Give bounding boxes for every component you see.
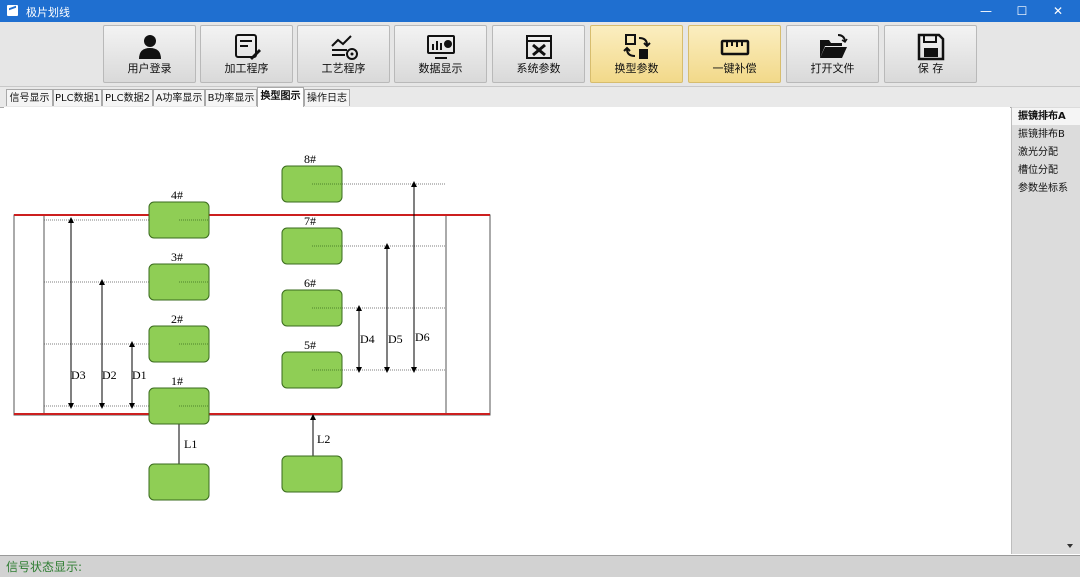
changeover-params-button[interactable]: 换型参数 xyxy=(590,25,683,83)
tab-operation-log[interactable]: 操作日志 xyxy=(304,89,350,106)
dim-d1-label: D1 xyxy=(132,368,147,382)
save-label: 保 存 xyxy=(917,62,944,75)
side-item-slot-allocation[interactable]: 槽位分配 xyxy=(1012,162,1080,179)
user-icon xyxy=(139,35,161,59)
diagram-canvas: D3 D2 D1 D4 D5 D6 L1 L2 4# 3# 2# 1# 8# 7… xyxy=(4,107,1010,554)
dim-l1-label: L1 xyxy=(184,437,197,451)
head-1-offset-block[interactable] xyxy=(148,463,210,501)
process-program-button[interactable]: 工艺程序 xyxy=(297,25,390,83)
strip-outline xyxy=(13,214,491,416)
head-3-label: 3# xyxy=(171,250,183,264)
monitor-chart-icon xyxy=(427,35,455,59)
head-2-label: 2# xyxy=(171,312,183,326)
head-1-label: 1# xyxy=(171,374,183,388)
close-button[interactable]: ✕ xyxy=(1040,0,1076,22)
tab-a-power-display[interactable]: A功率显示 xyxy=(153,89,205,106)
save-button[interactable]: 保 存 xyxy=(884,25,977,83)
window-title: 极片划线 xyxy=(26,6,70,19)
main-toolbar: 用户登录 加工程序 工艺程序 数据显示 系统参数 换型参数 一键补偿 打开文件 … xyxy=(0,22,1080,87)
title-bar: 极片划线 — ☐ ✕ xyxy=(0,0,1080,22)
one-key-compensate-label: 一键补偿 xyxy=(712,62,757,75)
minimize-button[interactable]: — xyxy=(968,0,1004,22)
process-chart-icon xyxy=(331,35,358,60)
app-icon xyxy=(7,5,18,16)
folder-open-icon xyxy=(820,34,848,58)
head-4-label: 4# xyxy=(171,188,183,202)
machining-program-label: 加工程序 xyxy=(224,62,269,75)
program-edit-icon xyxy=(235,34,261,60)
side-item-laser-allocation[interactable]: 激光分配 xyxy=(1012,144,1080,161)
scroll-down-icon[interactable] xyxy=(1067,544,1073,548)
user-login-button[interactable]: 用户登录 xyxy=(103,25,196,83)
system-tools-icon xyxy=(526,35,552,59)
open-file-label: 打开文件 xyxy=(810,62,855,75)
maximize-button[interactable]: ☐ xyxy=(1004,0,1040,22)
side-item-galvo-layout-a[interactable]: 振镜排布A xyxy=(1012,108,1080,125)
head-5-offset-block[interactable] xyxy=(281,455,343,493)
status-bar: 信号状态显示: xyxy=(0,555,1080,577)
head-7-label: 7# xyxy=(304,214,316,228)
dim-d2-label: D2 xyxy=(102,368,117,382)
dim-d3-label: D3 xyxy=(71,368,86,382)
dim-d6-label: D6 xyxy=(415,330,430,344)
tab-plc-data-2[interactable]: PLC数据2 xyxy=(102,89,153,106)
head-8-label: 8# xyxy=(304,152,316,166)
dim-d5-label: D5 xyxy=(388,332,403,346)
changeover-diagram: D3 D2 D1 D4 D5 D6 L1 L2 4# 3# 2# 1# 8# 7… xyxy=(13,152,491,501)
side-menu: 振镜排布A 振镜排布B 激光分配 槽位分配 参数坐标系 xyxy=(1011,107,1080,554)
system-params-label: 系统参数 xyxy=(516,62,561,75)
one-key-compensate-button[interactable]: 一键补偿 xyxy=(688,25,781,83)
save-disk-icon xyxy=(917,33,945,61)
tab-changeover-diagram[interactable]: 换型图示 xyxy=(257,87,304,107)
head-5-label: 5# xyxy=(304,338,316,352)
changeover-params-label: 换型参数 xyxy=(614,62,659,75)
dim-l2-label: L2 xyxy=(317,432,330,446)
process-program-label: 工艺程序 xyxy=(321,62,366,75)
dim-d4-label: D4 xyxy=(360,332,375,346)
ruler-icon xyxy=(720,39,750,56)
head-6-label: 6# xyxy=(304,276,316,290)
side-item-galvo-layout-b[interactable]: 振镜排布B xyxy=(1012,126,1080,143)
system-params-button[interactable]: 系统参数 xyxy=(492,25,585,83)
tab-signal-display[interactable]: 信号显示 xyxy=(6,89,53,106)
changeover-icon xyxy=(623,34,651,59)
tab-b-power-display[interactable]: B功率显示 xyxy=(205,89,257,106)
machining-program-button[interactable]: 加工程序 xyxy=(200,25,293,83)
signal-status-label: 信号状态显示: xyxy=(6,560,83,574)
tab-plc-data-1[interactable]: PLC数据1 xyxy=(53,89,102,106)
data-display-label: 数据显示 xyxy=(418,62,463,75)
data-display-button[interactable]: 数据显示 xyxy=(394,25,487,83)
open-file-button[interactable]: 打开文件 xyxy=(786,25,879,83)
tab-strip: 信号显示 PLC数据1 PLC数据2 A功率显示 B功率显示 换型图示 操作日志 xyxy=(0,87,1080,108)
user-login-label: 用户登录 xyxy=(127,62,172,75)
side-item-param-coordinate[interactable]: 参数坐标系 xyxy=(1012,180,1080,197)
